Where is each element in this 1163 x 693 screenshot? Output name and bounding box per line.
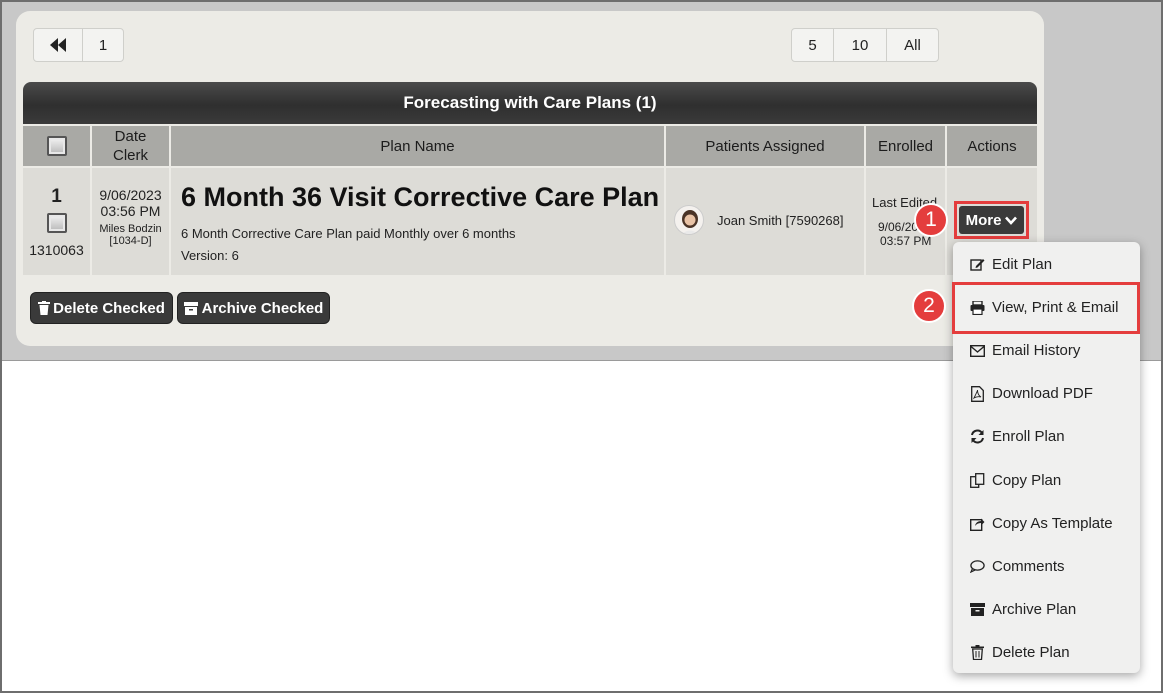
menu-item-archive-plan[interactable]: Archive Plan [969, 601, 1076, 618]
menu-item-label: Edit Plan [992, 256, 1053, 273]
patients-assigned-header[interactable]: Patients Assigned [666, 126, 864, 166]
page-number-button[interactable]: 1 [82, 28, 124, 62]
page-size-5-button[interactable]: 5 [791, 28, 834, 62]
delete-checked-button[interactable]: Delete Checked [30, 292, 173, 324]
row-select-cell: 1 1310063 [23, 168, 90, 275]
select-all-header [23, 126, 90, 166]
archive-checked-button[interactable]: Archive Checked [177, 292, 330, 324]
page-size-10-button[interactable]: 10 [833, 28, 887, 62]
first-page-button[interactable] [33, 28, 83, 62]
date-clerk-header[interactable]: Date Clerk [92, 126, 169, 166]
plan-name-cell: 6 Month 36 Visit Corrective Care Plan 6 … [171, 168, 664, 275]
edited-time: 03:57 PM [880, 234, 932, 248]
menu-item-label: Copy As Template [992, 515, 1113, 532]
row-id: 1310063 [29, 242, 84, 258]
patient-name[interactable]: Joan Smith [7590268] [717, 213, 843, 228]
double-left-arrow-icon [50, 38, 66, 52]
step-1-badge: 1 [914, 203, 948, 237]
archive-icon [183, 301, 198, 315]
menu-item-label: Comments [992, 558, 1065, 575]
patients-assigned-cell: Joan Smith [7590268] [666, 168, 864, 275]
refresh-icon [969, 429, 985, 445]
menu-item-email-history[interactable]: Email History [969, 342, 1080, 359]
trash-icon [969, 645, 985, 661]
menu-item-label: Archive Plan [992, 601, 1077, 618]
more-button[interactable]: More [959, 206, 1024, 234]
trash-icon [38, 301, 51, 315]
menu-item-comments[interactable]: Comments [969, 558, 1065, 575]
patient-avatar[interactable] [674, 205, 704, 235]
menu-item-label: Enroll Plan [992, 428, 1065, 445]
menu-item-edit-plan[interactable]: Edit Plan [969, 256, 1052, 273]
archive-icon [969, 602, 985, 618]
menu-item-delete-plan[interactable]: Delete Plan [969, 644, 1070, 661]
menu-item-download-pdf[interactable]: Download PDF [969, 385, 1093, 402]
step-2-badge: 2 [912, 289, 946, 323]
clerk-code: [1034-D] [109, 235, 152, 247]
archive-checked-label: Archive Checked [201, 299, 324, 317]
page-size-all-button[interactable]: All [886, 28, 939, 62]
menu-item-view-print-email[interactable]: View, Print & Email [969, 299, 1118, 316]
created-time: 03:56 PM [100, 203, 161, 219]
page-navigation: 1 [33, 28, 124, 62]
more-button-label: More [965, 211, 1002, 229]
envelope-icon [969, 343, 985, 359]
plan-name-header[interactable]: Plan Name [171, 126, 664, 166]
menu-item-label: Email History [992, 342, 1081, 359]
plan-description: 6 Month Corrective Care Plan paid Monthl… [181, 226, 516, 241]
pdf-icon [969, 385, 985, 402]
menu-item-label: Delete Plan [992, 644, 1070, 661]
date-clerk-cell: 9/06/2023 03:56 PM Miles Bodzin [1034-D] [92, 168, 169, 275]
row-checkbox[interactable] [47, 213, 67, 233]
menu-item-enroll-plan[interactable]: Enroll Plan [969, 428, 1065, 445]
row-index: 1 [51, 186, 62, 207]
page-size-selector: 5 10 All [791, 28, 939, 62]
clerk-name: Miles Bodzin [99, 223, 162, 235]
menu-item-label: Download PDF [992, 385, 1093, 402]
chevron-down-icon [1005, 216, 1018, 225]
table-title: Forecasting with Care Plans (1) [23, 82, 1037, 124]
plan-title[interactable]: 6 Month 36 Visit Corrective Care Plan [181, 182, 659, 213]
actions-dropdown-menu: Edit Plan View, Print & Email Email Hist… [952, 242, 1140, 673]
menu-item-label: Copy Plan [992, 472, 1062, 489]
copy-icon [969, 473, 985, 489]
menu-item-copy-as-template[interactable]: Copy As Template [969, 515, 1113, 532]
menu-item-copy-plan[interactable]: Copy Plan [969, 472, 1061, 489]
actions-header: Actions [947, 126, 1037, 166]
enrolled-header[interactable]: Enrolled [866, 126, 945, 166]
edit-icon [969, 257, 985, 273]
created-date: 9/06/2023 [99, 187, 162, 203]
print-icon [969, 300, 985, 316]
menu-item-label: View, Print & Email [992, 299, 1119, 316]
delete-checked-label: Delete Checked [53, 299, 165, 317]
select-all-checkbox[interactable] [46, 136, 67, 156]
plan-version: Version: 6 [181, 248, 239, 263]
share-icon [969, 516, 985, 532]
comment-icon [969, 559, 985, 575]
